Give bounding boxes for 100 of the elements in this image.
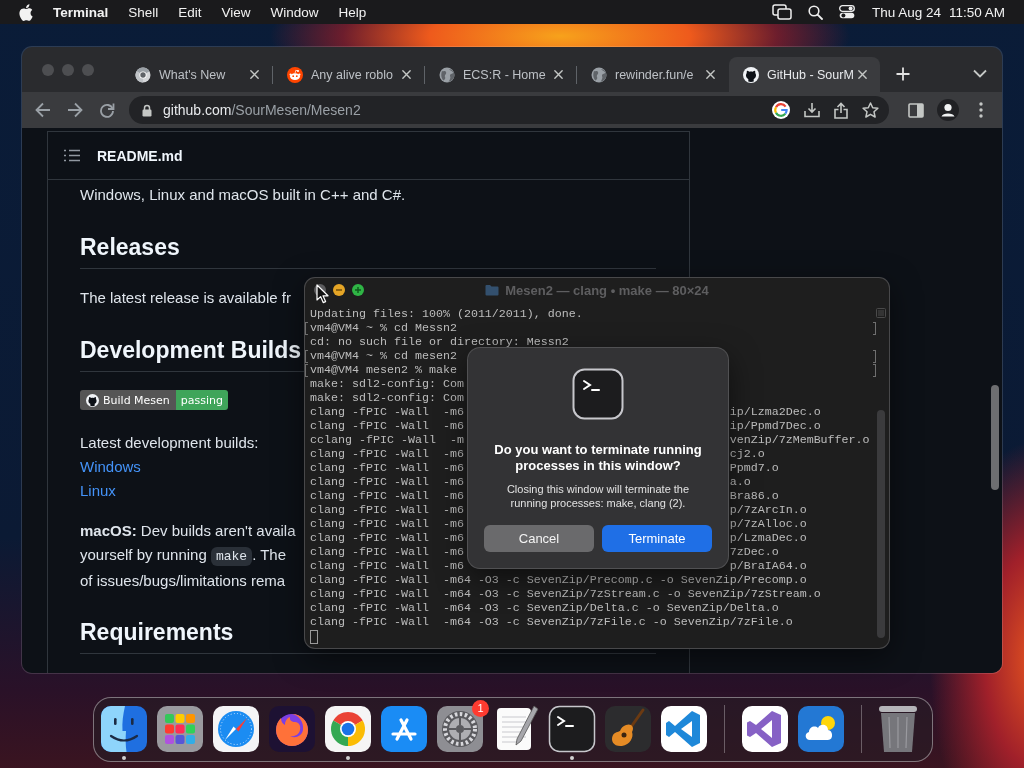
body-text: Latest development builds: bbox=[80, 433, 259, 453]
share-icon[interactable] bbox=[834, 101, 848, 119]
more-icon[interactable] bbox=[979, 102, 983, 118]
close-icon[interactable] bbox=[553, 69, 564, 80]
mouse-pointer-icon bbox=[316, 284, 329, 304]
overlapping-windows-icon[interactable] bbox=[771, 4, 792, 20]
gear-icon[interactable] bbox=[436, 705, 484, 753]
chevron-down-icon[interactable] bbox=[973, 69, 987, 78]
avatar-icon[interactable] bbox=[937, 99, 959, 121]
terminal-text: vm4@VM4 mesen2 % make bbox=[310, 363, 457, 377]
terminal-text: make: sdl2-config: Com bbox=[310, 391, 464, 405]
terminal-text: clang -fPIC -Wall -m6 bbox=[310, 419, 464, 433]
plus-icon[interactable] bbox=[896, 67, 910, 81]
forward-icon[interactable] bbox=[67, 102, 83, 118]
browser-tab[interactable]: GitHub - SourM bbox=[729, 57, 880, 92]
menu-item[interactable]: Shell bbox=[128, 4, 159, 20]
menu-item[interactable]: Help bbox=[338, 4, 367, 20]
toggle-switches-icon[interactable] bbox=[838, 5, 855, 19]
menu-item[interactable]: View bbox=[221, 4, 251, 20]
file-name: README.md bbox=[97, 147, 183, 164]
terminal-text: clang -fPIC -Wall -m6 bbox=[310, 545, 464, 559]
lock-icon[interactable] bbox=[142, 103, 152, 117]
guitar-icon[interactable] bbox=[604, 705, 652, 753]
wheel-logo-icon bbox=[135, 66, 151, 83]
terminal-text: clang -fPIC -Wall -m6 bbox=[310, 405, 464, 419]
close-icon[interactable] bbox=[401, 69, 412, 80]
terminal-text: clang -fPIC -Wall -m6 bbox=[310, 461, 464, 475]
code-ribbon-icon[interactable] bbox=[660, 705, 708, 753]
scrollbar-thumb[interactable] bbox=[991, 385, 999, 490]
dialog-title: Do you want to terminate running processes in this window? bbox=[493, 442, 703, 474]
app-grid-icon[interactable] bbox=[156, 705, 204, 753]
scrollbar-thumb[interactable] bbox=[877, 410, 885, 638]
window-zoom-button[interactable] bbox=[352, 284, 364, 296]
browser-tab[interactable]: ECS:R - Home bbox=[425, 57, 576, 92]
body-text: Windows, Linux and macOS built in C++ and C#. bbox=[80, 185, 406, 205]
back-icon[interactable] bbox=[35, 102, 51, 118]
close-icon[interactable] bbox=[857, 69, 868, 80]
terminal-text: Ppmd7.o bbox=[729, 461, 779, 475]
body-text: yourself by running make . The bbox=[80, 545, 287, 568]
menu-item[interactable]: Edit bbox=[178, 4, 202, 20]
terminal-text: p/BraIA64.o bbox=[729, 559, 807, 573]
close-icon[interactable] bbox=[705, 69, 716, 80]
window-minimize-button[interactable] bbox=[333, 284, 345, 296]
terminal-icon[interactable] bbox=[548, 705, 596, 753]
terminal-text: ip/Ppmd7Dec.o bbox=[729, 419, 821, 433]
close-icon[interactable] bbox=[249, 69, 260, 80]
terminal-text: cclang -fPIC -Wall -m bbox=[310, 433, 464, 447]
menu-bar-time[interactable]: 11:50 AM bbox=[948, 4, 1005, 20]
cloud-sun-icon[interactable] bbox=[797, 705, 845, 753]
download-link[interactable]: Linux bbox=[80, 479, 116, 503]
alien-face-icon bbox=[287, 66, 303, 83]
terminal-text: ip/Lzma2Dec.o bbox=[729, 405, 821, 419]
terminal-text: clang -fPIC -Wall -m6 bbox=[310, 475, 464, 489]
terminal-icon bbox=[572, 368, 624, 420]
dialog-button[interactable]: Terminate bbox=[602, 525, 712, 552]
body-text: of issues/bugs/limitations rema bbox=[80, 571, 286, 591]
flame-globe-icon[interactable] bbox=[268, 705, 316, 753]
terminal-text: a.o bbox=[729, 475, 751, 489]
terminal-text: clang -fPIC -Wall -m64 -O3 -c SevenZip/7zFile.c -o SevenZip/7zFile.o bbox=[310, 615, 793, 629]
terminal-text: 7zDec.o bbox=[729, 545, 779, 559]
menu-bar-date[interactable]: Thu Aug 24 bbox=[871, 4, 941, 20]
download-icon[interactable] bbox=[804, 102, 820, 118]
terminal-text: cj2.o bbox=[729, 447, 765, 461]
app-menu[interactable]: Terminal bbox=[53, 4, 109, 20]
segmented-wheel-icon[interactable] bbox=[324, 705, 372, 753]
trash-icon[interactable] bbox=[878, 705, 918, 753]
terminal-text: clang -fPIC -Wall -m6 bbox=[310, 559, 464, 573]
terminal-text: p/7zArcIn.o bbox=[729, 503, 807, 517]
terminal-text: clang -fPIC -Wall -m6 bbox=[310, 531, 464, 545]
section-heading: Requirements bbox=[80, 618, 234, 647]
address-bar[interactable]: github.com/SourMesen/Mesen2 bbox=[129, 96, 889, 124]
stick-letter-icon[interactable] bbox=[380, 705, 428, 753]
cat-silhouette-icon bbox=[743, 66, 759, 83]
split-face-icon[interactable] bbox=[100, 705, 148, 753]
body-text: The latest release is available fr bbox=[80, 288, 291, 308]
loop-ribbon-icon[interactable] bbox=[741, 705, 789, 753]
globe-icon bbox=[439, 66, 455, 83]
terminal-text: Bra86.o bbox=[729, 489, 779, 503]
terminal-text: clang -fPIC -Wall -m64 -O3 -c SevenZip/7zStream.c -o SevenZip/7zStream.o bbox=[310, 587, 821, 601]
search-icon[interactable] bbox=[807, 4, 823, 20]
browser-tab[interactable]: What's New bbox=[121, 57, 272, 92]
apple-icon[interactable] bbox=[19, 3, 33, 21]
reload-icon[interactable] bbox=[99, 102, 115, 118]
outline-list-icon[interactable] bbox=[64, 149, 80, 162]
terminal-text: clang -fPIC -Wall -m64 -O3 -c SevenZip/Delta.c -o SevenZip/Delta.o bbox=[310, 601, 779, 615]
g-logo-icon[interactable] bbox=[772, 101, 790, 119]
section-heading: Releases bbox=[80, 233, 180, 262]
browser-tab[interactable]: Any alive roblo bbox=[273, 57, 424, 92]
compass-icon[interactable] bbox=[212, 705, 260, 753]
dialog-button[interactable]: Cancel bbox=[484, 525, 594, 552]
badge-label: Build Mesen bbox=[103, 393, 170, 407]
browser-tab[interactable]: rewinder.fun/e bbox=[577, 57, 728, 92]
terminal-text: p/LzmaDec.o bbox=[729, 531, 807, 545]
star-icon[interactable] bbox=[862, 102, 879, 118]
side-panel-icon[interactable] bbox=[908, 102, 924, 118]
menu-item[interactable]: Window bbox=[270, 4, 319, 20]
download-link[interactable]: Windows bbox=[80, 455, 141, 479]
terminal-text: vm4@VM4 ~ % cd mesen2 bbox=[310, 349, 457, 363]
terminal-text: clang -fPIC -Wall -m64 -O3 -c SevenZip/Precomp.c -o SevenZip/Precomp.o bbox=[310, 573, 807, 587]
terminal-text: clang -fPIC -Wall -m6 bbox=[310, 447, 464, 461]
